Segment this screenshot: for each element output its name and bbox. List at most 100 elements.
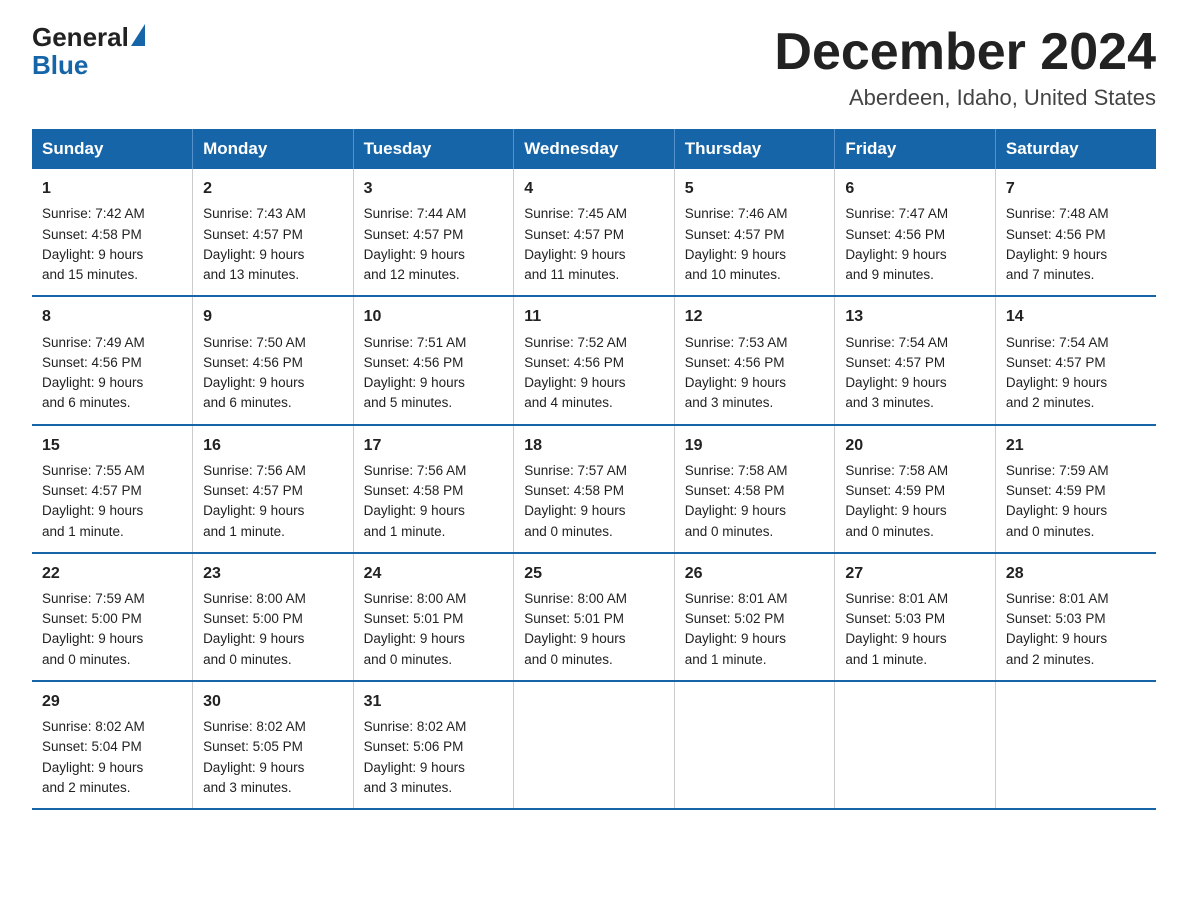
calendar-cell: 6 Sunrise: 7:47 AM Sunset: 4:56 PM Daylig…: [835, 169, 996, 296]
day-info: Sunrise: 8:00 AM Sunset: 5:00 PM Dayligh…: [203, 589, 343, 670]
day-number: 4: [524, 177, 664, 200]
weekday-header-monday: Monday: [193, 129, 354, 169]
weekday-header-thursday: Thursday: [674, 129, 835, 169]
day-number: 26: [685, 562, 825, 585]
calendar-cell: 1 Sunrise: 7:42 AM Sunset: 4:58 PM Daylig…: [32, 169, 193, 296]
calendar-cell: 17 Sunrise: 7:56 AM Sunset: 4:58 PM Dayli…: [353, 425, 514, 553]
day-number: 25: [524, 562, 664, 585]
weekday-header-row: SundayMondayTuesdayWednesdayThursdayFrid…: [32, 129, 1156, 169]
logo-blue-text: Blue: [32, 50, 88, 81]
day-number: 21: [1006, 434, 1146, 457]
day-number: 13: [845, 305, 985, 328]
calendar-cell: 29 Sunrise: 8:02 AM Sunset: 5:04 PM Dayli…: [32, 681, 193, 809]
day-number: 18: [524, 434, 664, 457]
day-info: Sunrise: 7:44 AM Sunset: 4:57 PM Dayligh…: [364, 204, 504, 285]
calendar-cell: 9 Sunrise: 7:50 AM Sunset: 4:56 PM Daylig…: [193, 296, 354, 424]
day-info: Sunrise: 7:48 AM Sunset: 4:56 PM Dayligh…: [1006, 204, 1146, 285]
day-info: Sunrise: 7:45 AM Sunset: 4:57 PM Dayligh…: [524, 204, 664, 285]
day-number: 22: [42, 562, 182, 585]
weekday-header-wednesday: Wednesday: [514, 129, 675, 169]
calendar-cell: 31Sunrise: 8:02 AM Sunset: 5:06 PM Dayli…: [353, 681, 514, 809]
month-title: December 2024: [774, 24, 1156, 81]
day-number: 15: [42, 434, 182, 457]
calendar-cell: 16 Sunrise: 7:56 AM Sunset: 4:57 PM Dayli…: [193, 425, 354, 553]
day-info: Sunrise: 7:56 AM Sunset: 4:58 PM Dayligh…: [364, 461, 504, 542]
day-info: Sunrise: 7:54 AM Sunset: 4:57 PM Dayligh…: [845, 333, 985, 414]
day-number: 30: [203, 690, 343, 713]
day-number: 5: [685, 177, 825, 200]
calendar-cell: 23Sunrise: 8:00 AM Sunset: 5:00 PM Dayli…: [193, 553, 354, 681]
day-info: Sunrise: 8:00 AM Sunset: 5:01 PM Dayligh…: [524, 589, 664, 670]
day-number: 2: [203, 177, 343, 200]
day-info: Sunrise: 7:49 AM Sunset: 4:56 PM Dayligh…: [42, 333, 182, 414]
day-info: Sunrise: 7:42 AM Sunset: 4:58 PM Dayligh…: [42, 204, 182, 285]
day-number: 8: [42, 305, 182, 328]
day-info: Sunrise: 8:02 AM Sunset: 5:06 PM Dayligh…: [364, 717, 504, 798]
calendar-cell: 10 Sunrise: 7:51 AM Sunset: 4:56 PM Dayli…: [353, 296, 514, 424]
day-number: 29: [42, 690, 182, 713]
calendar-cell: 25 Sunrise: 8:00 AM Sunset: 5:01 PM Dayli…: [514, 553, 675, 681]
day-info: Sunrise: 7:51 AM Sunset: 4:56 PM Dayligh…: [364, 333, 504, 414]
day-info: Sunrise: 7:46 AM Sunset: 4:57 PM Dayligh…: [685, 204, 825, 285]
calendar-cell: 2 Sunrise: 7:43 AM Sunset: 4:57 PM Daylig…: [193, 169, 354, 296]
weekday-header-tuesday: Tuesday: [353, 129, 514, 169]
day-info: Sunrise: 8:02 AM Sunset: 5:04 PM Dayligh…: [42, 717, 182, 798]
calendar-table: SundayMondayTuesdayWednesdayThursdayFrid…: [32, 129, 1156, 810]
day-number: 19: [685, 434, 825, 457]
day-info: Sunrise: 7:55 AM Sunset: 4:57 PM Dayligh…: [42, 461, 182, 542]
day-info: Sunrise: 7:43 AM Sunset: 4:57 PM Dayligh…: [203, 204, 343, 285]
day-number: 16: [203, 434, 343, 457]
calendar-cell: 19 Sunrise: 7:58 AM Sunset: 4:58 PM Dayli…: [674, 425, 835, 553]
day-info: Sunrise: 7:58 AM Sunset: 4:58 PM Dayligh…: [685, 461, 825, 542]
calendar-cell: 12Sunrise: 7:53 AM Sunset: 4:56 PM Dayli…: [674, 296, 835, 424]
calendar-cell: 26 Sunrise: 8:01 AM Sunset: 5:02 PM Dayli…: [674, 553, 835, 681]
day-number: 6: [845, 177, 985, 200]
day-info: Sunrise: 7:58 AM Sunset: 4:59 PM Dayligh…: [845, 461, 985, 542]
calendar-week-5: 29 Sunrise: 8:02 AM Sunset: 5:04 PM Dayli…: [32, 681, 1156, 809]
logo-triangle-icon: [131, 24, 145, 46]
day-number: 14: [1006, 305, 1146, 328]
day-number: 11: [524, 305, 664, 328]
header: General Blue December 2024 Aberdeen, Ida…: [32, 24, 1156, 111]
day-number: 9: [203, 305, 343, 328]
day-number: 10: [364, 305, 504, 328]
day-info: Sunrise: 7:57 AM Sunset: 4:58 PM Dayligh…: [524, 461, 664, 542]
day-info: Sunrise: 7:56 AM Sunset: 4:57 PM Dayligh…: [203, 461, 343, 542]
calendar-cell: 15 Sunrise: 7:55 AM Sunset: 4:57 PM Dayli…: [32, 425, 193, 553]
calendar-cell: 4 Sunrise: 7:45 AM Sunset: 4:57 PM Daylig…: [514, 169, 675, 296]
day-number: 20: [845, 434, 985, 457]
calendar-cell: 22 Sunrise: 7:59 AM Sunset: 5:00 PM Dayli…: [32, 553, 193, 681]
day-number: 1: [42, 177, 182, 200]
calendar-cell: 20 Sunrise: 7:58 AM Sunset: 4:59 PM Dayli…: [835, 425, 996, 553]
day-info: Sunrise: 7:52 AM Sunset: 4:56 PM Dayligh…: [524, 333, 664, 414]
day-info: Sunrise: 7:59 AM Sunset: 5:00 PM Dayligh…: [42, 589, 182, 670]
calendar-cell: 18 Sunrise: 7:57 AM Sunset: 4:58 PM Dayli…: [514, 425, 675, 553]
calendar-cell: [514, 681, 675, 809]
day-info: Sunrise: 7:59 AM Sunset: 4:59 PM Dayligh…: [1006, 461, 1146, 542]
calendar-cell: [995, 681, 1156, 809]
calendar-cell: 24 Sunrise: 8:00 AM Sunset: 5:01 PM Dayli…: [353, 553, 514, 681]
day-number: 17: [364, 434, 504, 457]
calendar-week-1: 1 Sunrise: 7:42 AM Sunset: 4:58 PM Daylig…: [32, 169, 1156, 296]
calendar-cell: 30Sunrise: 8:02 AM Sunset: 5:05 PM Dayli…: [193, 681, 354, 809]
calendar-week-2: 8 Sunrise: 7:49 AM Sunset: 4:56 PM Daylig…: [32, 296, 1156, 424]
weekday-header-friday: Friday: [835, 129, 996, 169]
calendar-cell: 5 Sunrise: 7:46 AM Sunset: 4:57 PM Daylig…: [674, 169, 835, 296]
day-info: Sunrise: 8:00 AM Sunset: 5:01 PM Dayligh…: [364, 589, 504, 670]
calendar-cell: [674, 681, 835, 809]
day-info: Sunrise: 7:50 AM Sunset: 4:56 PM Dayligh…: [203, 333, 343, 414]
weekday-header-sunday: Sunday: [32, 129, 193, 169]
day-number: 3: [364, 177, 504, 200]
calendar-cell: 14Sunrise: 7:54 AM Sunset: 4:57 PM Dayli…: [995, 296, 1156, 424]
calendar-cell: 27Sunrise: 8:01 AM Sunset: 5:03 PM Dayli…: [835, 553, 996, 681]
calendar-cell: 11 Sunrise: 7:52 AM Sunset: 4:56 PM Dayli…: [514, 296, 675, 424]
logo-general-text: General: [32, 24, 129, 50]
day-info: Sunrise: 8:01 AM Sunset: 5:03 PM Dayligh…: [1006, 589, 1146, 670]
calendar-week-4: 22 Sunrise: 7:59 AM Sunset: 5:00 PM Dayli…: [32, 553, 1156, 681]
day-number: 28: [1006, 562, 1146, 585]
calendar-cell: 28 Sunrise: 8:01 AM Sunset: 5:03 PM Dayli…: [995, 553, 1156, 681]
calendar-cell: 13 Sunrise: 7:54 AM Sunset: 4:57 PM Dayli…: [835, 296, 996, 424]
day-info: Sunrise: 8:01 AM Sunset: 5:02 PM Dayligh…: [685, 589, 825, 670]
day-info: Sunrise: 7:47 AM Sunset: 4:56 PM Dayligh…: [845, 204, 985, 285]
day-number: 24: [364, 562, 504, 585]
